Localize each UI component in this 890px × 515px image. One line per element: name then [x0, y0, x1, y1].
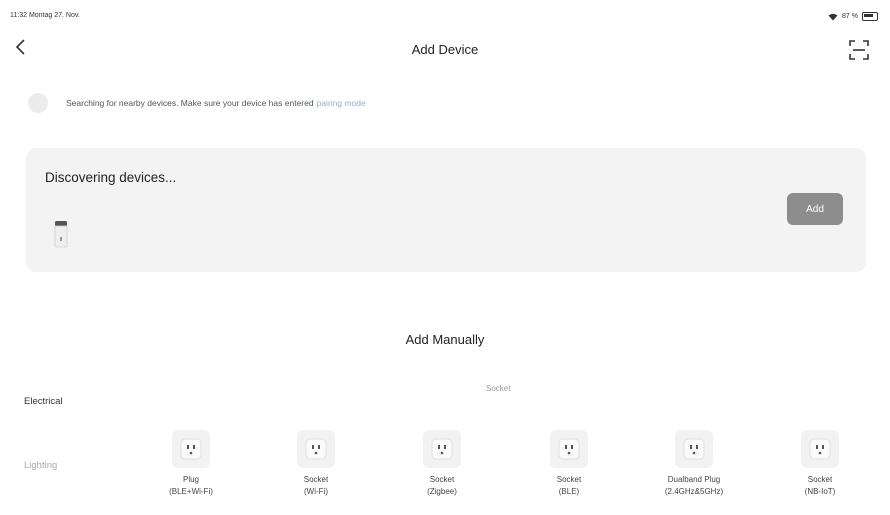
socket-icon	[431, 438, 453, 460]
socket-icon	[809, 438, 831, 460]
search-notice: Searching for nearby devices. Make sure …	[28, 92, 870, 114]
plug-tile	[801, 430, 839, 468]
battery-percent: 87 %	[842, 13, 858, 20]
device-name-line2: (BLE)	[558, 487, 580, 496]
device-name-line1: Socket	[807, 475, 833, 484]
loading-spinner-icon	[28, 93, 48, 113]
socket-icon	[558, 438, 580, 460]
device-name-line2: (2.4GHz&5GHz)	[664, 487, 724, 496]
device-name: Plug (BLE+Wi-Fi)	[146, 474, 236, 498]
search-notice-text: Searching for nearby devices. Make sure …	[66, 98, 314, 108]
device-name-line2: (Wi-Fi)	[304, 487, 328, 496]
device-name-line2: (BLE+Wi-Fi)	[169, 487, 213, 496]
device-name: Socket (NB-IoT)	[775, 474, 865, 498]
device-item-plug-ble-wifi[interactable]: Plug (BLE+Wi-Fi)	[146, 430, 236, 498]
status-time-date: 11:32 Montag 27. Nov.	[10, 12, 80, 19]
plug-tile	[423, 430, 461, 468]
discovering-title: Discovering devices...	[45, 170, 177, 185]
device-name-line2: (NB-IoT)	[804, 487, 836, 496]
scan-icon[interactable]	[848, 39, 870, 61]
plug-tile	[675, 430, 713, 468]
device-name-line1: Socket	[556, 475, 582, 484]
device-item-socket-zigbee[interactable]: Socket (Zigbee)	[397, 430, 487, 498]
pairing-mode-link[interactable]: pairing mode	[317, 98, 366, 108]
sidebar-item-electrical[interactable]: Electrical	[24, 396, 63, 407]
socket-icon	[180, 438, 202, 460]
plug-tile	[297, 430, 335, 468]
status-bar: 11:32 Montag 27. Nov. 87 %	[10, 10, 878, 24]
device-item-socket-nbiot[interactable]: Socket (NB-IoT)	[775, 430, 865, 498]
device-item-socket-ble[interactable]: Socket (BLE)	[524, 430, 614, 498]
plug-tile	[550, 430, 588, 468]
discovered-devices-card: Discovering devices... Add	[26, 148, 866, 272]
device-item-socket-wifi[interactable]: Socket (Wi-Fi)	[271, 430, 361, 498]
section-label-socket: Socket	[486, 384, 511, 393]
socket-icon	[683, 438, 705, 460]
add-device-button[interactable]: Add	[787, 193, 843, 225]
status-right-group: 87 %	[828, 12, 878, 21]
add-manually-title: Add Manually	[405, 332, 485, 347]
device-name-line1: Socket	[303, 475, 329, 484]
device-item-dualband-plug[interactable]: Dualband Plug (2.4GHz&5GHz)	[649, 430, 739, 498]
socket-icon	[305, 438, 327, 460]
device-name: Socket (Wi-Fi)	[271, 474, 361, 498]
device-name-line1: Plug	[182, 475, 199, 484]
battery-icon	[862, 12, 878, 21]
device-name: Dualband Plug (2.4GHz&5GHz)	[649, 474, 739, 498]
device-name: Socket (BLE)	[524, 474, 614, 498]
discovered-plug-icon	[54, 221, 68, 248]
nav-bar: Add Device	[0, 36, 890, 64]
plug-tile	[172, 430, 210, 468]
device-name-line1: Socket	[429, 475, 455, 484]
sidebar-item-lighting[interactable]: Lighting	[24, 460, 57, 471]
wifi-icon	[828, 13, 838, 20]
page-title: Add Device	[411, 42, 479, 57]
device-name-line2: (Zigbee)	[427, 487, 457, 496]
device-name-line1: Dualband Plug	[667, 475, 721, 484]
device-name: Socket (Zigbee)	[397, 474, 487, 498]
